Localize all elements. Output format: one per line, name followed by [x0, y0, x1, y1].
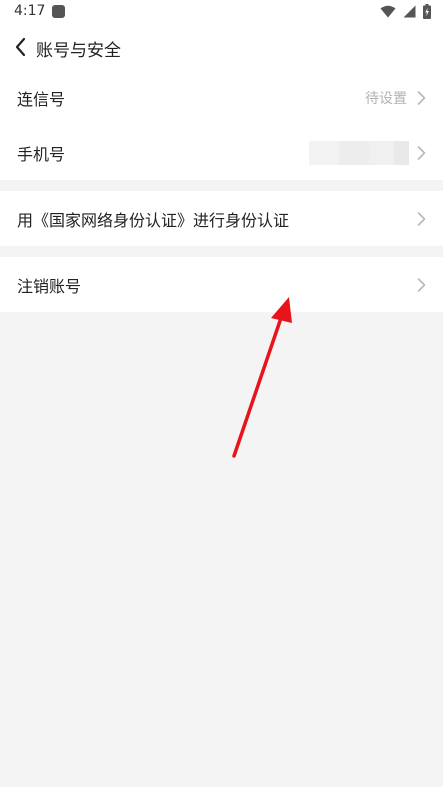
row-phone[interactable]: 手机号: [0, 125, 443, 180]
row-value-lianxin-id: 待设置: [365, 90, 407, 107]
signal-icon: [403, 5, 416, 18]
identity-group: 用《国家网络身份认证》进行身份认证: [0, 191, 443, 246]
row-cancel-account[interactable]: 注销账号: [0, 257, 443, 312]
phone-number-masked: [309, 140, 409, 165]
back-chevron-left-icon[interactable]: [14, 37, 28, 57]
row-label-id-verify: 用《国家网络身份认证》进行身份认证: [17, 210, 290, 230]
status-icons: [380, 4, 431, 19]
row-label-phone: 手机号: [17, 144, 66, 164]
wifi-icon: [380, 5, 396, 18]
row-label-lianxin-id: 连信号: [17, 89, 66, 109]
row-lianxin-id[interactable]: 连信号 待设置: [0, 70, 443, 125]
battery-icon: [423, 4, 431, 19]
status-time: 4:17: [14, 3, 46, 19]
account-info-group: 连信号 待设置 手机号: [0, 70, 443, 180]
chevron-right-icon: [417, 277, 426, 292]
status-bar: 4:17: [0, 0, 443, 24]
chevron-right-icon: [417, 211, 426, 226]
chevron-right-icon: [417, 90, 426, 105]
cancel-group: 注销账号: [0, 257, 443, 312]
chevron-right-icon: [417, 145, 426, 160]
page-title: 账号与安全: [36, 41, 121, 61]
row-id-verify[interactable]: 用《国家网络身份认证》进行身份认证: [0, 191, 443, 246]
row-label-cancel-account: 注销账号: [17, 276, 82, 296]
header: 账号与安全: [0, 24, 443, 70]
notification-app-icon: [52, 5, 65, 18]
